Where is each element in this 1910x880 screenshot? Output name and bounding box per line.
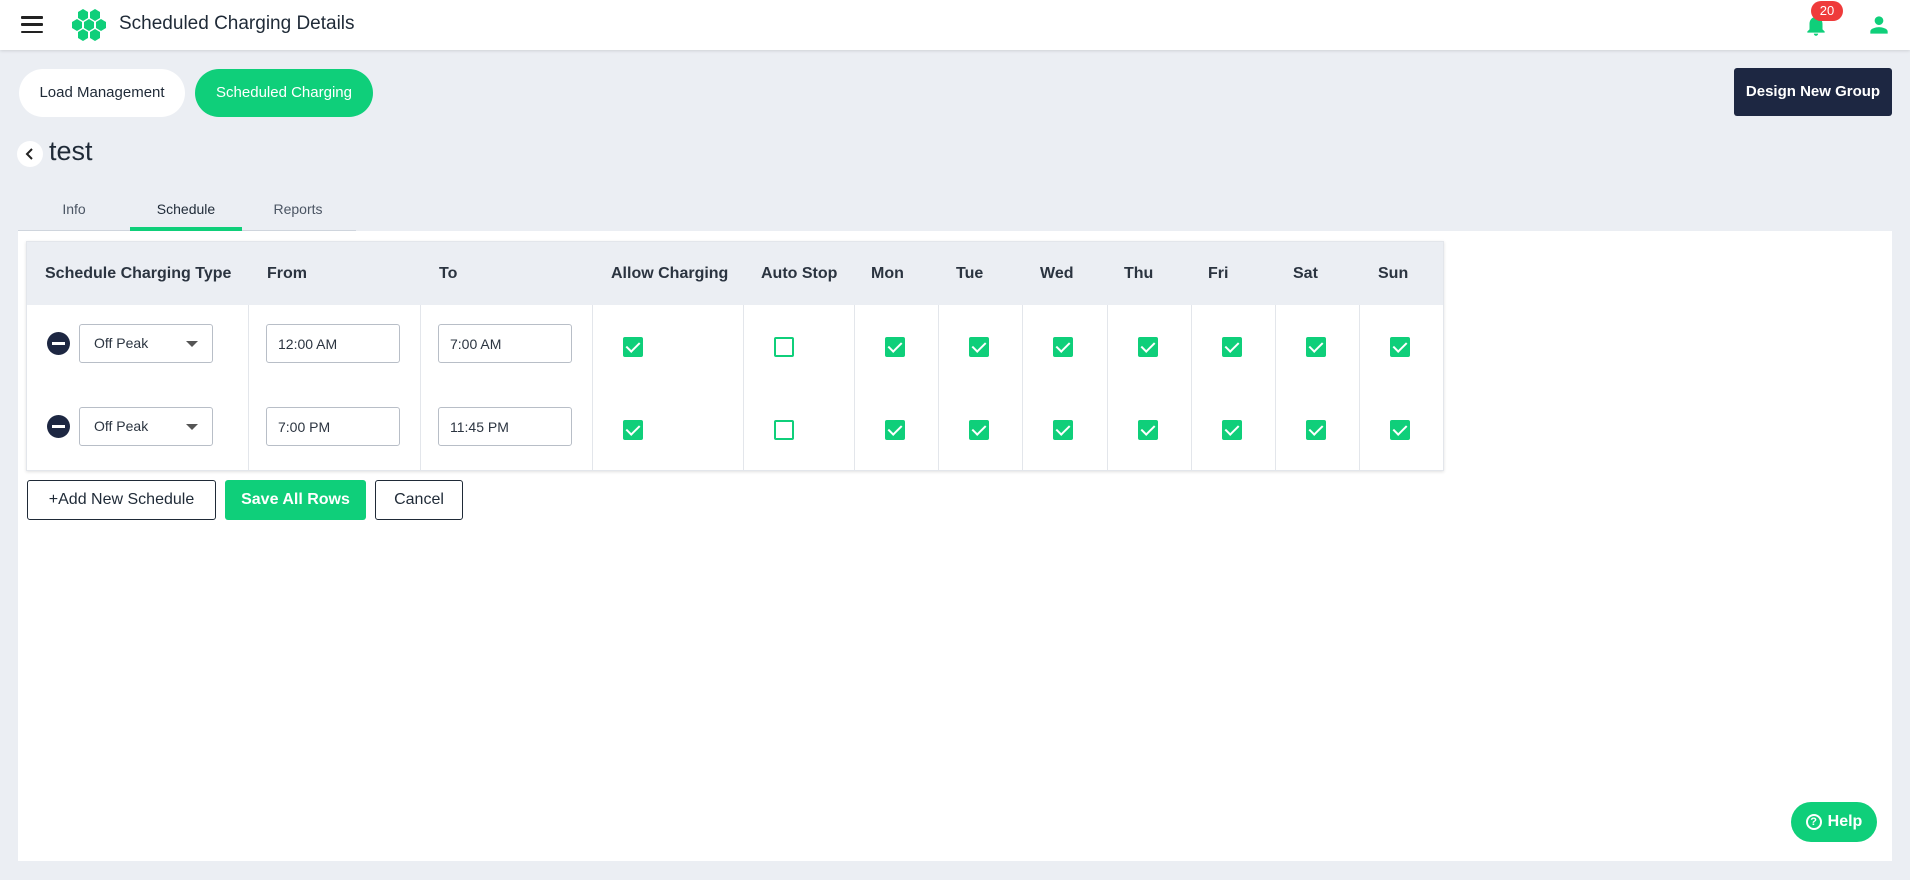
column-header: Schedule Charging Type [45,265,232,282]
group-name: test [49,136,93,166]
column-header: Sat [1293,265,1318,282]
charging-type-select[interactable]: Off Peak [79,407,213,446]
sat-checkbox[interactable] [1306,420,1326,440]
charging-type-select[interactable]: Off Peak [79,324,213,363]
question-icon: ? [1805,814,1822,830]
charging-type-value: Off Peak [94,335,149,351]
allow-charging-checkbox[interactable] [623,420,643,440]
auto-stop-checkbox[interactable] [774,337,794,357]
caret-down-icon [186,424,198,430]
top-bar: Scheduled Charging Details 20 [0,0,1910,50]
column-header: Auto Stop [761,265,838,282]
schedule-table: Schedule Charging Type From To Allow Cha… [26,241,1444,471]
charging-type-value: Off Peak [94,418,149,434]
help-button[interactable]: ? Help [1791,802,1877,842]
to-time-input[interactable] [438,324,572,363]
remove-row-button[interactable] [47,415,70,438]
tue-checkbox[interactable] [969,420,989,440]
column-header: Fri [1208,265,1229,282]
column-header: From [267,265,307,282]
wed-checkbox[interactable] [1053,337,1073,357]
column-header: Wed [1040,265,1074,282]
fri-checkbox[interactable] [1222,337,1242,357]
tab-info[interactable]: Info [18,190,130,231]
back-button[interactable] [17,141,43,167]
from-time-input[interactable] [266,324,400,363]
page-title: Scheduled Charging Details [119,13,355,34]
column-header: Tue [956,265,984,282]
save-all-rows-button[interactable]: Save All Rows [225,480,366,520]
menu-icon[interactable] [21,16,43,33]
table-header: Schedule Charging Type From To Allow Cha… [27,242,1443,305]
chevron-left-icon [25,148,33,160]
from-time-input[interactable] [266,407,400,446]
column-header: To [439,265,458,282]
design-new-group-button[interactable]: Design New Group [1734,68,1892,116]
allow-charging-checkbox[interactable] [623,337,643,357]
wed-checkbox[interactable] [1053,420,1073,440]
remove-row-button[interactable] [47,332,70,355]
tab-schedule[interactable]: Schedule [130,190,242,231]
thu-checkbox[interactable] [1138,337,1158,357]
logo-icon [72,9,106,41]
sun-checkbox[interactable] [1390,420,1410,440]
table-row: Off Peak [27,388,1443,471]
sat-checkbox[interactable] [1306,337,1326,357]
user-icon[interactable] [1866,12,1892,38]
load-management-button[interactable]: Load Management [19,69,185,117]
tue-checkbox[interactable] [969,337,989,357]
tab-reports[interactable]: Reports [242,190,354,231]
help-label: Help [1827,813,1863,830]
fri-checkbox[interactable] [1222,420,1242,440]
scheduled-charging-button[interactable]: Scheduled Charging [195,69,373,117]
mon-checkbox[interactable] [885,337,905,357]
thu-checkbox[interactable] [1138,420,1158,440]
tab-bar: Info Schedule Reports [18,190,356,231]
sun-checkbox[interactable] [1390,337,1410,357]
table-row: Off Peak [27,305,1443,388]
column-header: Allow Charging [611,265,729,282]
column-header: Mon [871,265,904,282]
column-header: Sun [1378,265,1409,282]
mon-checkbox[interactable] [885,420,905,440]
cancel-button[interactable]: Cancel [375,480,463,520]
column-header: Thu [1124,265,1154,282]
auto-stop-checkbox[interactable] [774,420,794,440]
to-time-input[interactable] [438,407,572,446]
notification-badge: 20 [1811,1,1843,21]
caret-down-icon [186,341,198,347]
add-new-schedule-button[interactable]: +Add New Schedule [27,480,216,520]
